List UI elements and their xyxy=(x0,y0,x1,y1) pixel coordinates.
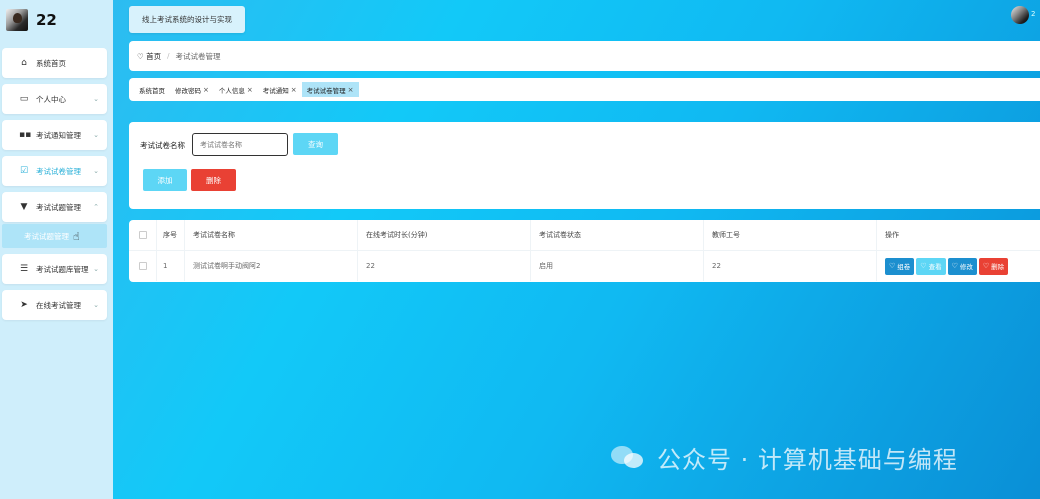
sidebar-item-exam-notice[interactable]: ▪▪ 考试通知管理 ⌄ xyxy=(2,120,107,150)
column-header: 考试试卷状态 xyxy=(531,220,704,250)
sidebar-item-exam-paper[interactable]: ☑ 考试试卷管理 ⌄ xyxy=(2,156,107,186)
site-title: 线上考试系统的设计与实现 xyxy=(129,6,245,33)
close-icon[interactable]: × xyxy=(247,86,253,94)
breadcrumb-separator: / xyxy=(167,52,170,60)
heart-icon: ♡ xyxy=(137,51,144,61)
sidebar-item-label: 个人中心 xyxy=(36,94,66,104)
watermark: 公众号 · 计算机基础与编程 xyxy=(611,440,958,475)
close-icon[interactable]: × xyxy=(348,86,354,94)
sidebar-item-exam-question[interactable]: ▼ 考试试题管理 ⌃ xyxy=(2,192,107,222)
sidebar-item-label: 考试试题管理 xyxy=(36,202,81,212)
chevron-down-icon: ⌄ xyxy=(93,301,99,309)
sidebar-item-label: 在线考试管理 xyxy=(36,300,81,310)
row-checkbox[interactable] xyxy=(138,262,147,270)
send-icon: ➤ xyxy=(20,300,28,310)
breadcrumb: ♡ 首页 / 考试试卷管理 xyxy=(129,41,1040,71)
breadcrumb-current: 考试试卷管理 xyxy=(175,51,221,61)
cell-index: 1 xyxy=(157,251,185,281)
hand-cursor-icon: ☝ xyxy=(73,229,80,243)
sidebar-menu: ⌂ 系统首页 ▭ 个人中心 ⌄ ▪▪ 考试通知管理 ⌄ ☑ 考试试卷管理 ⌄ ▼… xyxy=(2,48,107,326)
row-checkbox-cell xyxy=(129,251,157,281)
sidebar-item-label: 考试通知管理 xyxy=(36,130,81,140)
query-button[interactable]: 查询 xyxy=(293,133,338,155)
heart-icon: ♡ xyxy=(982,262,990,270)
sidebar-item-label: 考试试卷管理 xyxy=(36,166,81,176)
delete-button[interactable]: 删除 xyxy=(191,169,236,191)
search-input[interactable] xyxy=(192,133,288,156)
avatar[interactable] xyxy=(6,9,28,31)
heart-icon: ♡ xyxy=(889,262,896,270)
watermark-text: 公众号 · 计算机基础与编程 xyxy=(657,446,958,474)
sidebar-item-personal-center[interactable]: ▭ 个人中心 ⌄ xyxy=(2,84,107,114)
cell-duration: 22 xyxy=(358,251,531,281)
sidebar-subitem-exam-question[interactable]: 考试试题管理 ☝ xyxy=(2,224,107,248)
sidebar-item-label: 考试试题库管理 xyxy=(36,264,89,274)
cell-actions: ♡ 组卷 ♡ 查看 ♡ 修改 ♡ 删除 xyxy=(877,251,1040,281)
tab-exam-paper-manage[interactable]: 考试试卷管理 × xyxy=(301,82,359,97)
chevron-down-icon: ⌄ xyxy=(93,131,99,139)
column-header: 操作 xyxy=(885,231,899,239)
tab-change-password[interactable]: 修改密码 × xyxy=(170,82,214,97)
chevron-down-icon: ⌄ xyxy=(93,265,99,273)
checkbox-icon: ☑ xyxy=(19,166,29,176)
sidebar-item-question-bank[interactable]: ☰ 考试试题库管理 ⌄ xyxy=(2,254,107,284)
chevron-up-icon: ⌃ xyxy=(93,203,99,211)
edit-button[interactable]: ♡ 修改 xyxy=(947,257,977,275)
row-delete-button[interactable]: ♡ 删除 xyxy=(978,257,1009,275)
select-all-checkbox[interactable] xyxy=(138,231,147,239)
close-icon[interactable]: × xyxy=(203,86,209,94)
add-button[interactable]: 添加 xyxy=(143,169,187,191)
table-header-row: 序号 考试试卷名称 在线考试时长(分钟) 考试试卷状态 教师工号 操作 xyxy=(129,220,1040,250)
tab-personal-info[interactable]: 个人信息 × xyxy=(214,82,258,97)
header-checkbox-cell xyxy=(129,220,157,250)
grid-icon: ▪▪ xyxy=(19,130,32,140)
close-icon[interactable]: × xyxy=(291,86,297,94)
sidebar: 22 ⌂ 系统首页 ▭ 个人中心 ⌄ ▪▪ 考试通知管理 ⌄ ☑ 考试试卷管理 … xyxy=(0,0,113,499)
home-icon: ⌂ xyxy=(21,58,27,68)
column-header: 教师工号 xyxy=(704,220,877,250)
sidebar-item-label: 系统首页 xyxy=(36,58,66,68)
user-header: 22 xyxy=(6,9,57,31)
table-row: 1 测试试卷啊手动阀阿2 22 启用 22 ♡ 组卷 ♡ 查看 ♡ 修改 ♡ 删除 xyxy=(129,250,1040,281)
search-label: 考试试卷名称 xyxy=(140,141,185,150)
heart-icon: ♡ xyxy=(920,262,927,270)
chevron-down-icon: ⌄ xyxy=(93,167,99,175)
tab-home[interactable]: 系统首页 xyxy=(134,82,170,97)
tab-exam-notice[interactable]: 考试通知 × xyxy=(258,82,302,97)
sidebar-item-online-exam[interactable]: ➤ 在线考试管理 ⌄ xyxy=(2,290,107,320)
view-button[interactable]: ♡ 查看 xyxy=(916,257,946,275)
column-header: 考试试卷名称 xyxy=(185,220,358,250)
user-name: 22 xyxy=(36,11,57,29)
column-header: 在线考试时长(分钟) xyxy=(358,220,531,250)
tab-bar: 系统首页 修改密码 × 个人信息 × 考试通知 × 考试试卷管理 × xyxy=(129,78,1040,101)
card-icon: ▭ xyxy=(19,94,29,104)
list-icon: ☰ xyxy=(19,264,29,274)
chevron-down-icon: ⌄ xyxy=(93,95,99,103)
breadcrumb-home[interactable]: ♡ 首页 xyxy=(137,51,161,62)
search-panel: 考试试卷名称 查询 添加 删除 xyxy=(129,122,1040,209)
heart-icon: ♡ xyxy=(951,262,958,270)
cell-status: 启用 xyxy=(531,251,704,281)
cell-teacher-id: 22 xyxy=(704,251,877,281)
sidebar-subitem-label: 考试试题管理 xyxy=(24,231,69,241)
sidebar-item-home[interactable]: ⌂ 系统首页 xyxy=(2,48,107,78)
data-table: 序号 考试试卷名称 在线考试时长(分钟) 考试试卷状态 教师工号 操作 1 测试… xyxy=(129,220,1040,282)
stamp-icon: ▼ xyxy=(20,202,28,212)
cell-paper-name: 测试试卷啊手动阀阿2 xyxy=(185,251,358,281)
top-avatar[interactable] xyxy=(1011,6,1029,24)
top-user-name[interactable]: 2 xyxy=(1031,10,1035,18)
wechat-icon xyxy=(611,444,647,472)
compose-paper-button[interactable]: ♡ 组卷 xyxy=(885,257,915,275)
column-header: 序号 xyxy=(157,220,185,250)
